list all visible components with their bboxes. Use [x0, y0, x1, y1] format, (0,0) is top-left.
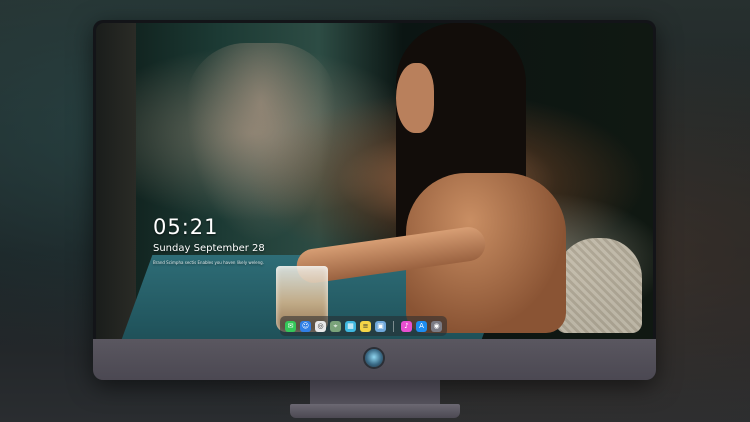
lock-clock: 05:21 — [153, 215, 219, 239]
monitor-stand-neck — [310, 380, 440, 406]
woman-face — [396, 63, 434, 133]
window-frame — [96, 23, 136, 339]
maps-icon[interactable]: ⌖ — [330, 320, 341, 332]
dock-separator — [393, 320, 394, 332]
monitor-stand-base — [290, 404, 460, 418]
logo-icon — [365, 349, 383, 367]
finder-icon[interactable]: ☺ — [300, 320, 311, 332]
camera-icon[interactable]: ◉ — [431, 320, 442, 332]
dock: ✉ ☺ ◎ ⌖ ▦ ≡ ▣ ♪ A ◉ — [280, 316, 447, 336]
lock-date: Sunday September 28 — [153, 243, 265, 254]
lock-notice: Brand Scimpha sectis Enables you haven l… — [153, 260, 264, 265]
wicker-chair — [556, 238, 642, 333]
preview-icon[interactable]: ▣ — [375, 320, 386, 332]
music-icon[interactable]: ♪ — [401, 320, 412, 332]
notes-icon[interactable]: ≡ — [360, 320, 371, 332]
app-store-icon[interactable]: A — [416, 320, 427, 332]
lock-screen: 05:21 Sunday September 28 Brand Scimpha … — [96, 23, 653, 339]
window-reflection — [186, 43, 336, 243]
lock-screen-info: 05:21 Sunday September 28 Brand Scimpha … — [153, 215, 265, 265]
monitor-chin — [93, 339, 656, 380]
photos-icon[interactable]: ▦ — [345, 320, 356, 332]
safari-icon[interactable]: ◎ — [315, 320, 326, 332]
monitor: 05:21 Sunday September 28 Brand Scimpha … — [93, 20, 656, 380]
messages-icon[interactable]: ✉ — [285, 320, 296, 332]
